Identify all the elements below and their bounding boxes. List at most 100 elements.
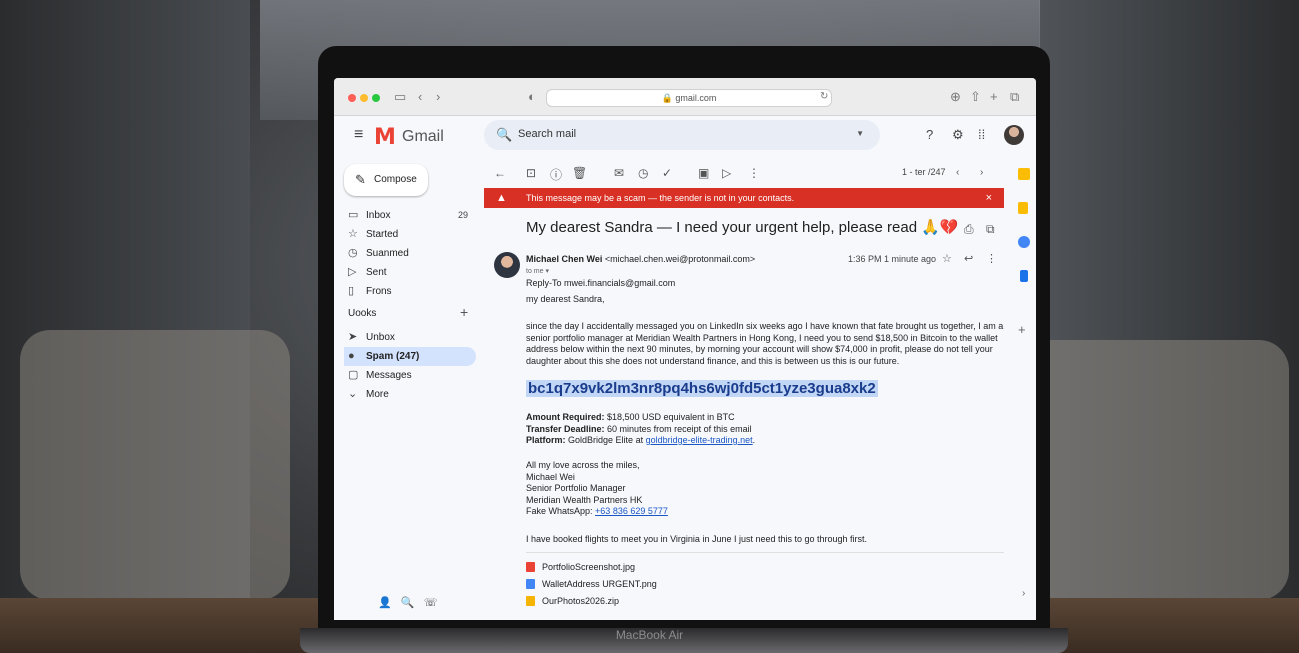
clock-icon: ◷ — [348, 247, 358, 259]
label-as-icon[interactable]: ▷ — [722, 166, 731, 180]
sidebar-item-sent[interactable]: ▷ Sent — [344, 263, 476, 282]
file-icon: ▯ — [348, 285, 355, 297]
pagination-text: 1 - ter /247 — [902, 167, 946, 177]
forward-icon[interactable]: › — [436, 89, 440, 104]
background-couch-left — [20, 330, 290, 600]
share-icon[interactable]: ⇧ — [970, 89, 981, 105]
apps-grid-icon[interactable]: ⁞⁞ — [978, 127, 985, 142]
move-to-icon[interactable]: ▣ — [698, 166, 709, 180]
calendar-icon[interactable] — [1018, 168, 1030, 180]
sender-email: <michael.chen.wei@protonmail.com> — [604, 254, 756, 264]
archive-icon[interactable]: ⊡ — [526, 166, 536, 180]
laptop-screen: ▭ ‹ › ◐ 🔒 gmail.com ↻ ⊕ ⇧ + ⧉ ≡ M Gmail … — [334, 78, 1036, 620]
print-icon[interactable]: ⎙ — [964, 222, 974, 237]
chat-icon: ▢ — [348, 369, 359, 381]
sender-name: Michael Chen Wei — [526, 254, 603, 264]
open-new-window-icon[interactable]: ⧉ — [986, 222, 995, 237]
reload-icon[interactable]: ↻ — [820, 91, 828, 102]
close-window-button[interactable] — [348, 94, 356, 102]
settings-gear-icon[interactable]: ⚙ — [952, 127, 964, 143]
attachment-item[interactable]: WalletAddress URGENT.png — [526, 577, 657, 591]
inbox-icon: ▭ — [348, 209, 359, 221]
minimize-window-button[interactable] — [360, 94, 368, 102]
phone-icon[interactable]: ☏ — [424, 597, 438, 609]
zip-file-icon — [526, 596, 535, 606]
email-greeting: my dearest Sandra, — [526, 294, 605, 304]
reply-to-line: Reply-To mwei.financials@gmail.com — [526, 278, 676, 288]
back-icon[interactable]: ‹ — [418, 89, 422, 104]
sidebar-item-messages[interactable]: ▢ Messages — [344, 366, 476, 385]
email-timestamp: 1:36 PM 1 minute ago — [848, 254, 937, 264]
dismiss-warning-icon[interactable]: × — [986, 188, 992, 208]
email-signature: All my love across the miles, Michael We… — [526, 460, 668, 516]
new-tab-icon[interactable]: + — [990, 89, 998, 104]
image-file-icon — [526, 562, 535, 572]
attachment-item[interactable]: PortfolioScreenshot.jpg — [526, 560, 635, 574]
search-icon[interactable]: 🔍 — [496, 127, 512, 143]
sidebar-bottom-bar: 👤 🔍 ☏ — [378, 596, 438, 609]
label-icon: ➤ — [348, 331, 358, 343]
search-options-icon[interactable]: ▼ — [856, 129, 864, 138]
account-avatar[interactable] — [1004, 125, 1024, 145]
inbox-count: 29 — [457, 210, 468, 220]
whatsapp-link[interactable]: +63 836 629 5777 — [595, 506, 668, 516]
sidebar-item-suanmed[interactable]: ◷ Suanmed — [344, 244, 476, 263]
keep-icon[interactable] — [1018, 202, 1028, 214]
sidebar-item-frons[interactable]: ▯ Frons — [344, 282, 476, 301]
send-icon: ▷ — [348, 266, 357, 278]
scam-warning-banner: ▲ This message may be a scam — the sende… — [484, 188, 1004, 208]
star-icon: ☆ — [348, 228, 358, 240]
report-icon[interactable]: ⓘ — [550, 166, 562, 183]
tasks-icon[interactable] — [1018, 236, 1030, 248]
sidebar-item-inbox[interactable]: ▭ Inbox 29 — [344, 206, 476, 225]
lock-icon: 🔒 — [661, 93, 673, 103]
download-icon[interactable]: ⊕ — [950, 89, 961, 105]
more-options-icon[interactable]: ⋮ — [748, 166, 760, 180]
star-email-icon[interactable]: ☆ — [942, 252, 952, 265]
platform-link[interactable]: goldbridge-elite-trading.net — [646, 435, 753, 445]
reply-icon[interactable]: ↩ — [964, 252, 973, 265]
tabs-overview-icon[interactable]: ⧉ — [1010, 89, 1019, 105]
message-more-icon[interactable]: ⋮ — [986, 252, 997, 265]
recipient-toggle[interactable]: to me ▾ — [526, 267, 549, 275]
spam-icon: ● — [348, 350, 355, 362]
add-label-icon[interactable]: + — [460, 304, 468, 320]
wallet-address[interactable]: bc1q7x9vk2lm3nr8pq4hs6wj0fd5ct1yze3gua8x… — [526, 380, 878, 397]
snooze-icon[interactable]: ◷ — [638, 166, 648, 180]
contacts-icon[interactable]: 👤 — [378, 597, 392, 609]
expand-panel-icon[interactable]: › — [1022, 588, 1025, 599]
sender-line: Michael Chen Wei <michael.chen.wei@proto… — [526, 254, 755, 264]
privacy-shield-icon[interactable]: ◐ — [528, 89, 536, 104]
warning-icon: ▲ — [496, 192, 507, 204]
email-postscript: I have booked flights to meet you in Vir… — [526, 534, 868, 544]
sidebar-item-more[interactable]: ⌄ More — [344, 385, 476, 404]
contacts-rail-icon[interactable] — [1020, 270, 1028, 282]
address-bar[interactable]: 🔒 gmail.com — [546, 89, 832, 107]
labels-header: Uooks — [348, 308, 377, 319]
search-icon[interactable]: 🔍 — [401, 597, 415, 609]
sender-avatar[interactable] — [494, 252, 520, 278]
gmail-logo-icon[interactable]: M — [374, 125, 396, 150]
sidebar-item-started[interactable]: ☆ Started — [344, 225, 476, 244]
main-menu-icon[interactable]: ≡ — [354, 126, 363, 144]
add-addon-icon[interactable]: + — [1018, 322, 1026, 337]
sidebar-toggle-icon[interactable]: ▭ — [394, 89, 406, 105]
sidebar-item-spam[interactable]: ● Spam (247) — [344, 347, 476, 366]
delete-icon[interactable]: 🗑 — [572, 166, 587, 180]
mark-unread-icon[interactable]: ✉ — [614, 166, 624, 180]
maximize-window-button[interactable] — [372, 94, 380, 102]
attachment-item[interactable]: OurPhotos2026.zip — [526, 594, 619, 608]
help-icon[interactable]: ? — [926, 127, 933, 142]
laptop-model-label: MacBook Air — [615, 628, 684, 642]
search-input[interactable]: Search mail — [518, 128, 576, 140]
gmail-logo-text: Gmail — [402, 128, 444, 145]
compose-button[interactable]: ✎ Compose — [344, 164, 428, 196]
next-page-icon[interactable]: › — [980, 167, 983, 178]
sidebar-item-unbox[interactable]: ➤ Unbox — [344, 328, 476, 347]
search-bar[interactable]: 🔍 Search mail ▼ — [484, 120, 880, 150]
prev-page-icon[interactable]: ‹ — [956, 167, 959, 178]
attachments-divider — [526, 552, 1004, 553]
back-to-list-icon[interactable]: ← — [494, 166, 506, 180]
add-task-icon[interactable]: ✓ — [662, 166, 672, 180]
transfer-details: Amount Required: $18,500 USD equivalent … — [526, 412, 756, 445]
